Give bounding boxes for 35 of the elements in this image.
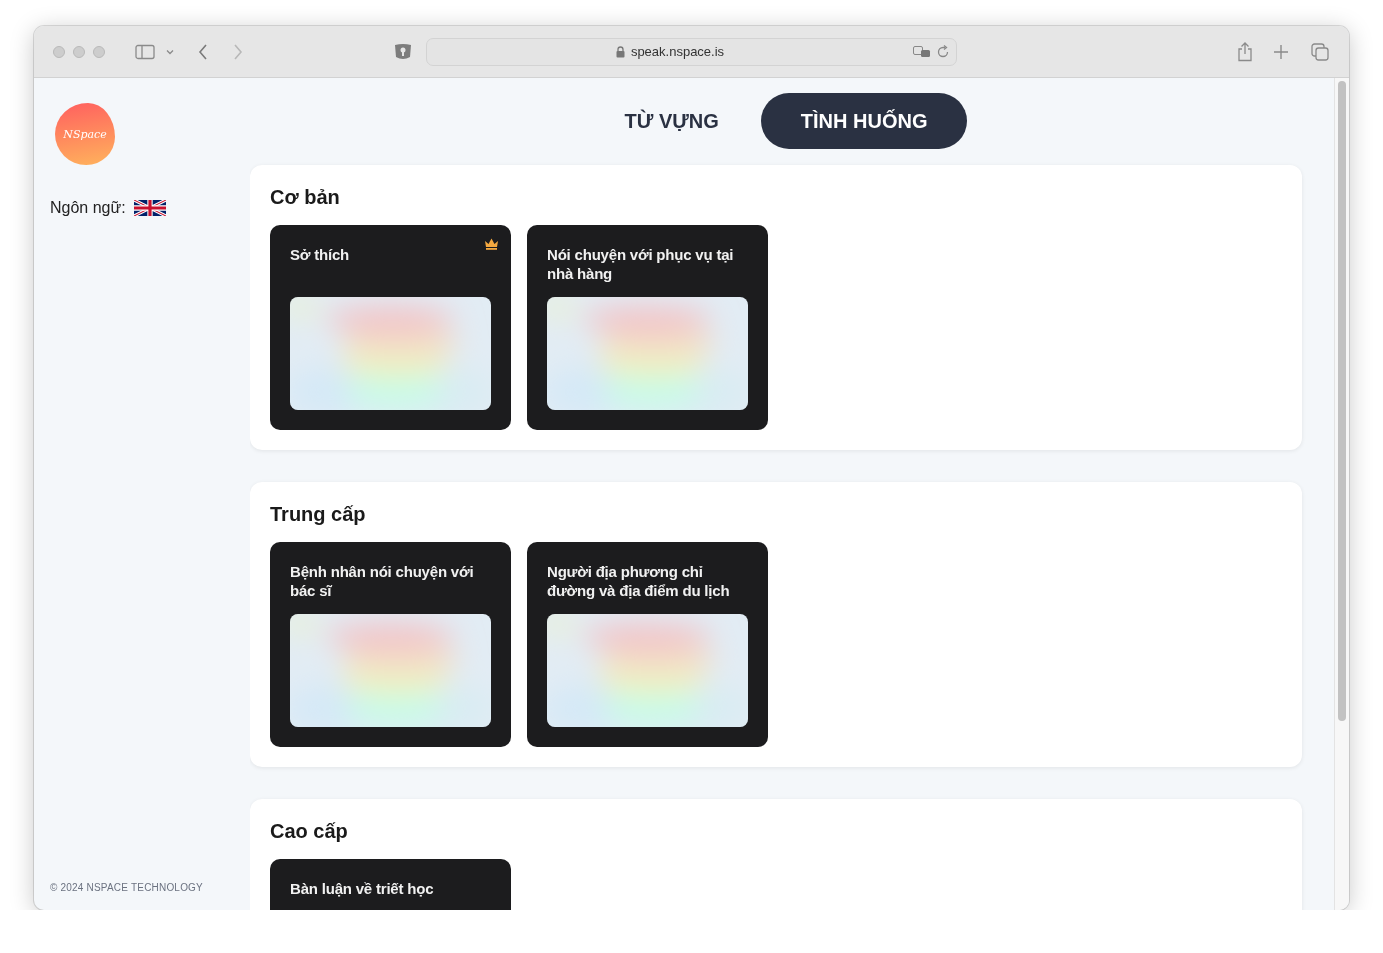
scrollbar[interactable] (1334, 78, 1349, 910)
situation-card[interactable]: Bệnh nhân nói chuyện với bác sĩ (270, 542, 511, 747)
close-window-button[interactable] (53, 45, 65, 58)
tabs-overview-icon[interactable] (1311, 42, 1329, 61)
back-icon[interactable] (197, 42, 209, 61)
situation-card[interactable]: Nói chuyện với phục vụ tại nhà hàng (527, 225, 768, 430)
shield-icon[interactable] (394, 42, 412, 61)
address-bar[interactable]: speak.nspace.is (426, 37, 957, 66)
category-tab[interactable]: TÌNH HUỐNG (760, 93, 968, 149)
zoom-window-button[interactable] (93, 45, 105, 58)
minimize-window-button[interactable] (73, 45, 85, 58)
uk-flag-icon[interactable] (133, 200, 166, 216)
card-title: Nói chuyện với phục vụ tại nhà hàng (547, 245, 735, 283)
url-text: speak.nspace.is (630, 44, 725, 59)
forward-icon[interactable] (232, 42, 244, 61)
chevron-down-icon[interactable] (165, 47, 175, 56)
copyright-text: © 2024 NSPACE TECHNOLOGY (50, 882, 204, 893)
card-title: Sở thích (290, 245, 351, 264)
card-title: Người địa phương chỉ đường và địa điểm du lịch (547, 562, 731, 600)
reload-icon[interactable] (936, 44, 950, 59)
section-title: Cơ bản (270, 185, 341, 209)
card-title: Bệnh nhân nói chuyện với bác sĩ (290, 562, 475, 600)
new-tab-icon[interactable] (1273, 43, 1289, 60)
situation-card[interactable]: Bàn luận về triết học (270, 859, 511, 910)
share-icon[interactable] (1237, 41, 1253, 62)
section-title: Trung cấp (270, 502, 367, 526)
situation-card[interactable]: Người địa phương chỉ đường và địa điểm du lịch (527, 542, 768, 747)
section-title: Cao cấp (270, 819, 349, 843)
lock-icon (615, 45, 625, 58)
language-label: Ngôn ngữ: (50, 199, 126, 217)
category-tab[interactable]: TỪ VỰNG (584, 93, 759, 149)
card-title: Bàn luận về triết học (290, 879, 435, 898)
translate-icon[interactable] (913, 45, 931, 58)
situation-card[interactable]: Sở thích (270, 225, 511, 430)
sidebar-icon[interactable] (135, 43, 155, 60)
